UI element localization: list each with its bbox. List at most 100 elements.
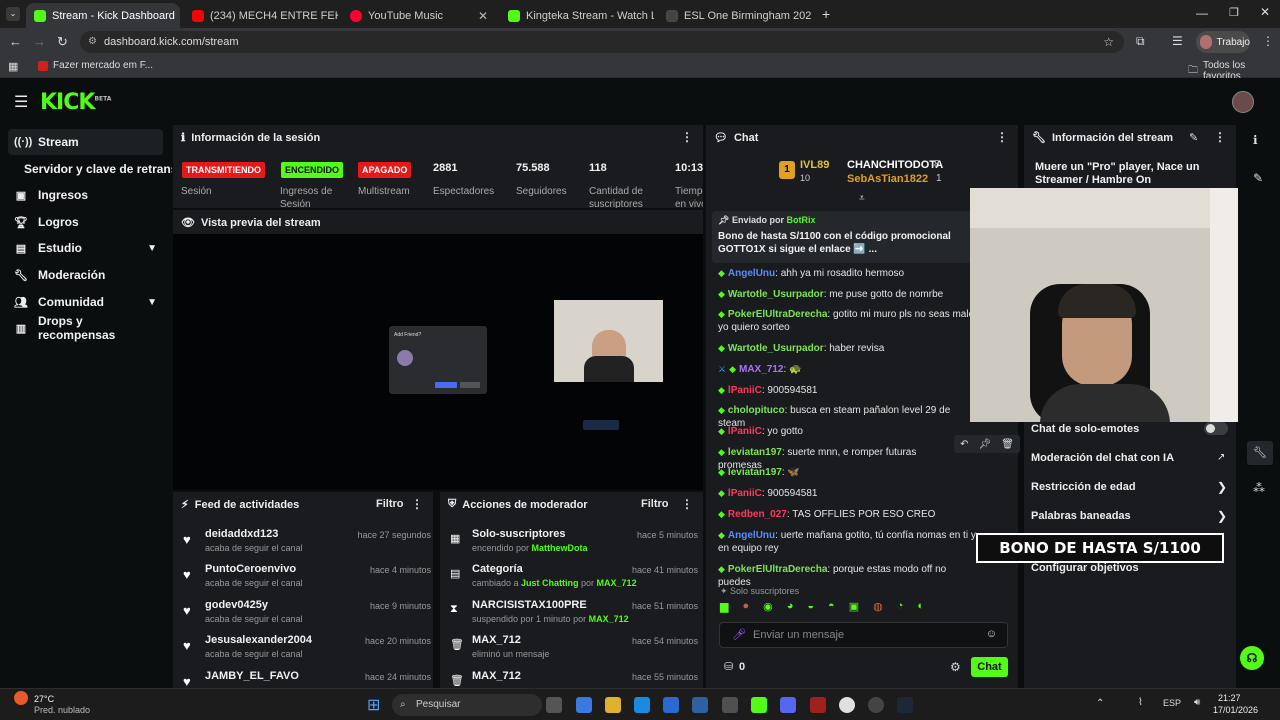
sidebar-item-moderacion[interactable]: 🔧︎ Moderación bbox=[8, 262, 163, 288]
chat-user[interactable]: PokerElUltraDerecha bbox=[728, 564, 828, 575]
pinned-by[interactable]: BotRix bbox=[786, 215, 815, 225]
obs-icon[interactable] bbox=[868, 697, 884, 713]
dota-icon[interactable] bbox=[810, 697, 826, 713]
chat-user[interactable]: Wartotle_Usurpador bbox=[728, 343, 824, 354]
mod-action-name[interactable]: NARCISISTAX100PRE bbox=[472, 599, 587, 611]
mod-user[interactable]: MAX_712 bbox=[597, 578, 637, 588]
clock-date[interactable]: 17/01/2026 bbox=[1213, 705, 1258, 715]
chat-user[interactable]: lPaniiC bbox=[728, 385, 762, 396]
extensions-icon[interactable]: ⧉ bbox=[1136, 34, 1145, 49]
feed-user[interactable]: PuntoCeroenvivo bbox=[205, 563, 296, 575]
close-icon[interactable]: ✕ bbox=[478, 9, 488, 23]
more-options-icon[interactable]: ⋮ bbox=[681, 497, 693, 511]
age-restriction-label[interactable]: Restricción de edad bbox=[1031, 481, 1136, 493]
stream-video[interactable]: Add Friend? bbox=[173, 234, 703, 490]
mod-action-name[interactable]: MAX_712 bbox=[472, 670, 521, 682]
edit-icon[interactable]: ✎ bbox=[1253, 171, 1263, 185]
filter-button[interactable]: Filtro bbox=[376, 498, 404, 510]
sidebar-item-drops[interactable]: ▥ Drops y recompensas bbox=[8, 314, 163, 342]
emote-icon[interactable]: ◓ bbox=[828, 600, 835, 616]
chat-user[interactable]: lPaniiC bbox=[728, 426, 762, 437]
emotes-only-toggle[interactable] bbox=[1204, 422, 1228, 435]
task-view-icon[interactable] bbox=[546, 697, 562, 713]
banned-words-label[interactable]: Palabras baneadas bbox=[1031, 510, 1131, 522]
feed-user[interactable]: godev0425y bbox=[205, 599, 268, 611]
mod-action-name[interactable]: MAX_712 bbox=[472, 634, 521, 646]
profile-button[interactable]: Trabajo bbox=[1196, 31, 1250, 53]
network-icon[interactable]: ⌇ bbox=[1138, 697, 1143, 708]
file-explorer-icon[interactable] bbox=[605, 697, 621, 713]
more-options-icon[interactable]: ⋮ bbox=[681, 130, 693, 144]
volume-icon[interactable]: 🔊︎ bbox=[1194, 697, 1200, 708]
chat-user[interactable]: PokerElUltraDerecha bbox=[728, 309, 828, 320]
user-avatar[interactable] bbox=[1232, 91, 1254, 113]
mod-user[interactable]: MatthewDota bbox=[532, 543, 588, 553]
mod-user[interactable]: MAX_712 bbox=[589, 614, 629, 624]
chat-user[interactable]: leviatan197 bbox=[728, 467, 782, 478]
edit-icon[interactable]: ✎ bbox=[1189, 131, 1198, 144]
more-icon[interactable]: ⋮ bbox=[1262, 34, 1274, 48]
apps-icon[interactable]: ▦ bbox=[8, 60, 18, 73]
chat-user[interactable]: AngelUnu bbox=[728, 530, 775, 541]
tab-kingteka[interactable]: Kingteka Stream - Watch Live o ✕ bbox=[500, 3, 654, 28]
sidebar-item-comunidad[interactable]: 👥︎ Comunidad ▼ bbox=[8, 289, 163, 315]
bookmark-item[interactable]: Fazer mercado em F... bbox=[38, 60, 153, 71]
clock-time[interactable]: 21:27 bbox=[1218, 693, 1241, 703]
more-options-icon[interactable]: ⋮ bbox=[411, 497, 423, 511]
emote-icon[interactable]: ● bbox=[742, 600, 749, 616]
language-indicator[interactable]: ESP bbox=[1163, 698, 1181, 708]
taskbar-search[interactable]: ⌕ Pesquisar bbox=[392, 694, 542, 716]
kick-app-icon[interactable] bbox=[751, 697, 767, 713]
reply-icon[interactable]: ↶ bbox=[960, 439, 968, 450]
emote-icon[interactable]: ◒ bbox=[807, 600, 814, 616]
chat-user[interactable]: cholopituco bbox=[728, 405, 785, 416]
emote-icon[interactable]: ◍ bbox=[873, 600, 883, 616]
menu-icon[interactable]: ☰ bbox=[14, 92, 28, 112]
sidebar-item-logros[interactable]: 🏆︎ Logros bbox=[8, 209, 163, 235]
info-icon[interactable]: ℹ bbox=[1253, 133, 1258, 147]
app-icon[interactable] bbox=[722, 697, 738, 713]
mod-category[interactable]: Just Chatting bbox=[521, 578, 579, 588]
chat-user[interactable]: Wartotle_Usurpador bbox=[728, 289, 824, 300]
points-icon[interactable]: ⛁ bbox=[724, 660, 733, 673]
reload-icon[interactable]: ↻ bbox=[57, 34, 68, 50]
emote-icon[interactable]: ▣ bbox=[849, 600, 859, 616]
wrench-icon[interactable]: 🔧︎ bbox=[1247, 441, 1273, 465]
new-tab-icon[interactable]: + bbox=[822, 6, 830, 22]
more-options-icon[interactable]: ⋮ bbox=[996, 130, 1008, 144]
chat-user[interactable]: AngelUnu bbox=[728, 268, 775, 279]
nodes-icon[interactable]: ⁂ bbox=[1253, 481, 1265, 495]
kick-logo[interactable]: KICKBETA bbox=[40, 90, 111, 115]
more-options-icon[interactable]: ⋮ bbox=[1214, 130, 1226, 144]
delete-icon[interactable]: 🗑︎ bbox=[1001, 439, 1014, 450]
sidebar-item-ingresos[interactable]: ▣ Ingresos bbox=[8, 182, 163, 208]
emote-icon[interactable]: ◔ bbox=[897, 600, 904, 616]
edge-icon[interactable] bbox=[634, 697, 650, 713]
forward-icon[interactable]: → bbox=[33, 34, 46, 49]
emote-icon[interactable]: ◕ bbox=[787, 600, 794, 616]
leader-second[interactable]: CHANCHITODOTA bbox=[847, 159, 943, 171]
tab-search-icon[interactable]: ⌄ bbox=[6, 7, 20, 21]
sidebar-item-estudio[interactable]: ▤ Estudio ▼ bbox=[8, 235, 163, 261]
support-icon[interactable]: ☊ bbox=[1240, 646, 1264, 670]
chat-user[interactable]: lPaniiC bbox=[728, 488, 762, 499]
reading-list-icon[interactable]: ☰ bbox=[1172, 34, 1183, 48]
app-icon[interactable] bbox=[692, 697, 708, 713]
chrome-icon[interactable] bbox=[839, 697, 855, 713]
tab-youtube[interactable]: (234) MECH4 ENTRE FEKAS 🔥 K ✕ bbox=[184, 3, 338, 28]
send-chat-button[interactable]: Chat bbox=[971, 657, 1008, 677]
sidebar-item-stream[interactable]: ((·)) Stream bbox=[8, 129, 163, 155]
star-icon[interactable]: ☆ bbox=[1103, 31, 1114, 53]
chat-input[interactable]: 🎤︎ Enviar un mensaje ☺ bbox=[719, 622, 1008, 648]
tab-esl[interactable]: ESL One Birmingham 2026: Sou ✕ bbox=[658, 3, 812, 28]
tray-chevron-icon[interactable]: ⌃ bbox=[1096, 698, 1104, 709]
emote-icon[interactable]: ▆ bbox=[720, 600, 728, 616]
emoji-icon[interactable]: ☺ bbox=[986, 628, 997, 640]
chat-user[interactable]: Redben_027 bbox=[728, 509, 787, 520]
emote-icon[interactable]: ◉ bbox=[763, 600, 773, 616]
copilot-icon[interactable] bbox=[576, 697, 592, 713]
chevron-right-icon[interactable]: ❯ bbox=[1217, 480, 1227, 494]
sidebar-item-server-key[interactable]: Servidor y clave de retransmisión bbox=[18, 156, 172, 182]
microphone-icon[interactable]: 🎤︎ bbox=[732, 628, 746, 641]
chat-user[interactable]: leviatan197 bbox=[728, 447, 782, 458]
